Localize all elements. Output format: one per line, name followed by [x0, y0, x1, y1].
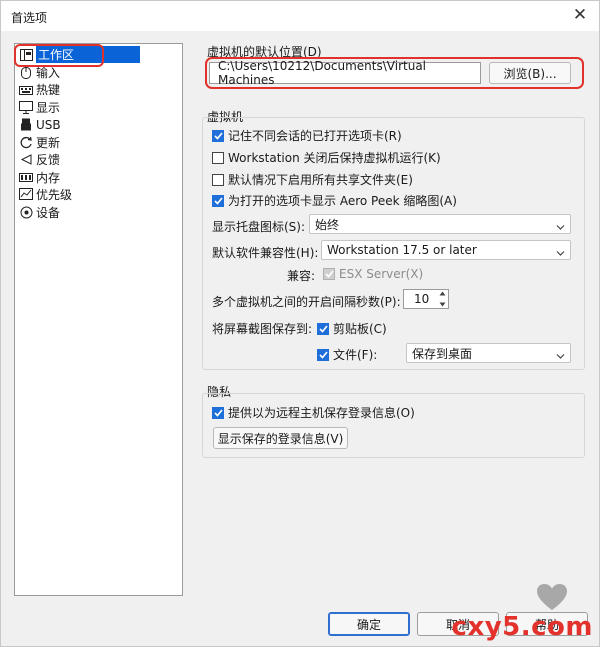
nav-label: 优先级: [36, 188, 73, 203]
tray-icon-label: 显示托盘图标(S):: [212, 220, 306, 234]
ok-label: 确定: [356, 617, 381, 632]
browse-label: 浏览(B)...: [503, 66, 557, 81]
file-destination-select[interactable]: 保存到桌面: [406, 343, 571, 363]
enable-shared-label: 默认情况下启用所有共享文件夹(E): [228, 173, 413, 187]
aero-peek-checkbox[interactable]: [212, 194, 224, 207]
nav-label: 更新: [36, 135, 61, 150]
enable-shared-option[interactable]: 默认情况下启用所有共享文件夹(E): [212, 171, 413, 188]
spinner-arrows[interactable]: [438, 291, 447, 307]
chevron-up-icon: [439, 291, 446, 296]
browse-button[interactable]: 浏览(B)...: [489, 62, 571, 84]
save-login-option[interactable]: 提供以为远程主机保存登录信息(O): [212, 404, 415, 421]
esx-server-option: ESX Server(X): [323, 267, 423, 281]
nav-item-memory[interactable]: 内存: [15, 169, 182, 187]
annotation-highlight: [14, 44, 104, 67]
nav-label: 内存: [36, 170, 61, 185]
close-icon[interactable]: ✕: [569, 4, 591, 26]
compat-with-label: 兼容:: [287, 269, 316, 283]
nav-item-hotkeys[interactable]: 热键: [15, 81, 182, 99]
chevron-down-icon: [556, 349, 565, 363]
watermark-text: cxy5.com: [451, 612, 593, 642]
clipboard-option[interactable]: 剪贴板(C): [317, 320, 387, 337]
default-location-value: C:\Users\10212\Documents\Virtual Machine…: [218, 59, 427, 87]
keep-running-checkbox[interactable]: [212, 151, 224, 164]
file-option[interactable]: 文件(F):: [317, 346, 377, 363]
nav-item-devices[interactable]: 设备: [15, 204, 182, 222]
file-destination-value: 保存到桌面: [412, 346, 473, 361]
tray-icon-select[interactable]: 始终: [309, 214, 571, 234]
mouse-icon: [19, 66, 33, 79]
esx-server-label: ESX Server(X): [339, 267, 424, 281]
nav-label: 热键: [36, 83, 61, 98]
keyboard-icon: [19, 83, 33, 96]
clipboard-label: 剪贴板(C): [333, 322, 387, 336]
save-login-checkbox[interactable]: [212, 406, 224, 419]
enable-shared-checkbox[interactable]: [212, 173, 224, 186]
device-icon: [19, 206, 33, 219]
nav-label: 显示: [36, 100, 61, 115]
nav-label: 反馈: [36, 153, 61, 168]
remember-tabs-checkbox[interactable]: [212, 129, 224, 142]
save-login-label: 提供以为远程主机保存登录信息(O): [228, 406, 415, 420]
show-saved-logins-button[interactable]: 显示保存的登录信息(V): [213, 427, 348, 449]
aero-peek-option[interactable]: 为打开的选项卡显示 Aero Peek 缩略图(A): [212, 192, 457, 209]
category-list: 工作区 输入 热键 显示 USB 更新 反馈 内存 优先级 设备: [14, 43, 183, 596]
file-checkbox[interactable]: [317, 348, 329, 361]
preferences-dialog: 首选项 ✕ 工作区 输入 热键 显示 USB 更新 反馈 内存 优先级 设备 虚…: [0, 0, 600, 647]
clipboard-checkbox[interactable]: [317, 322, 329, 335]
aero-peek-label: 为打开的选项卡显示 Aero Peek 缩略图(A): [228, 194, 457, 208]
feedback-icon: [19, 153, 33, 166]
interval-value: 10: [414, 292, 430, 306]
priority-icon: [19, 188, 33, 201]
nav-label: 设备: [36, 205, 61, 220]
title-bar: 首选项 ✕: [1, 1, 599, 31]
chevron-down-icon: [556, 246, 565, 260]
compat-value: Workstation 17.5 or later: [327, 243, 477, 257]
compat-select[interactable]: Workstation 17.5 or later: [321, 240, 571, 260]
file-label: 文件(F):: [333, 348, 378, 362]
nav-item-usb[interactable]: USB: [15, 116, 182, 134]
refresh-icon: [19, 136, 33, 149]
nav-item-display[interactable]: 显示: [15, 99, 182, 117]
tray-icon-value: 始终: [315, 217, 340, 232]
interval-label: 多个虚拟机之间的开启间隔秒数(P):: [212, 295, 401, 309]
save-screenshot-label: 将屏幕截图保存到:: [212, 322, 313, 336]
show-saved-logins-label: 显示保存的登录信息(V): [217, 431, 344, 446]
interval-spinner[interactable]: 10: [403, 289, 449, 309]
esx-server-checkbox: [323, 268, 335, 280]
nav-item-updates[interactable]: 更新: [15, 134, 182, 152]
ok-button[interactable]: 确定: [328, 612, 410, 636]
window-title: 首选项: [11, 11, 48, 25]
remember-tabs-label: 记住不同会话的已打开选项卡(R): [228, 129, 402, 143]
memory-icon: [19, 171, 33, 184]
keep-running-label: Workstation 关闭后保持虚拟机运行(K): [228, 151, 441, 165]
compat-label: 默认软件兼容性(H):: [212, 246, 319, 260]
heart-icon: [537, 584, 567, 614]
nav-label: USB: [36, 117, 61, 132]
monitor-icon: [19, 100, 33, 114]
remember-tabs-option[interactable]: 记住不同会话的已打开选项卡(R): [212, 127, 402, 144]
chevron-down-icon: [439, 302, 446, 307]
usb-icon: [19, 118, 33, 131]
nav-item-priority[interactable]: 优先级: [15, 186, 182, 204]
nav-item-feedback[interactable]: 反馈: [15, 151, 182, 169]
keep-running-option[interactable]: Workstation 关闭后保持虚拟机运行(K): [212, 149, 441, 166]
chevron-down-icon: [556, 220, 565, 234]
default-location-input[interactable]: C:\Users\10212\Documents\Virtual Machine…: [209, 59, 481, 87]
